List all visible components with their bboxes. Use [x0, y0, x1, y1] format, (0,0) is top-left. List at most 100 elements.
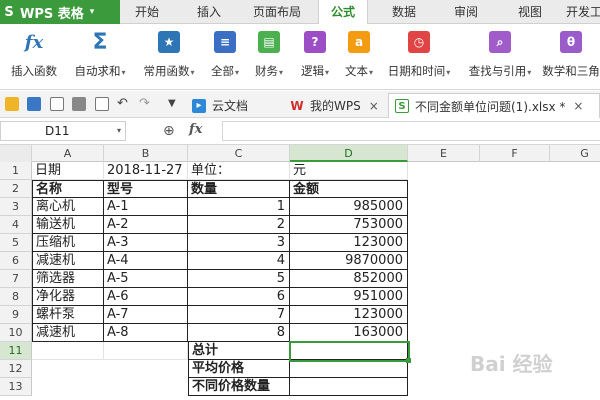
autosum-button[interactable]: Σ 自动求和▾: [70, 27, 130, 87]
cell-c4[interactable]: 2: [188, 216, 290, 234]
select-all-corner[interactable]: [0, 145, 32, 162]
cell-a6[interactable]: 减速机: [32, 252, 104, 270]
column-header-e[interactable]: E: [408, 145, 480, 162]
column-header-b[interactable]: B: [104, 145, 188, 162]
cell-a8[interactable]: 净化器: [32, 288, 104, 306]
redo-icon[interactable]: ↷: [139, 97, 153, 111]
cell-d12[interactable]: [290, 360, 408, 378]
cell-c8[interactable]: 6: [188, 288, 290, 306]
formula-input[interactable]: [222, 121, 600, 141]
cell-d1[interactable]: 元: [290, 162, 408, 180]
undo-icon[interactable]: ↶: [117, 97, 131, 111]
tab-insert[interactable]: 插入: [186, 0, 232, 24]
cell-d8[interactable]: 951000: [290, 288, 408, 306]
cell-c7[interactable]: 5: [188, 270, 290, 288]
cell-c3[interactable]: 1: [188, 198, 290, 216]
cell-b2[interactable]: 型号: [104, 180, 188, 198]
close-icon[interactable]: ×: [573, 99, 583, 113]
cell-d13[interactable]: [290, 378, 408, 396]
row-header-3[interactable]: 3: [0, 198, 32, 216]
logical-button[interactable]: ? 逻辑▾: [296, 27, 334, 87]
tab-my-wps[interactable]: W 我的WPS ×: [284, 93, 386, 118]
cell-b3[interactable]: A-1: [104, 198, 188, 216]
finance-button[interactable]: ▤ 财务▾: [250, 27, 288, 87]
cell-b1[interactable]: 2018-11-27: [104, 162, 188, 180]
cell-a10[interactable]: 减速机: [32, 324, 104, 342]
cell-c6[interactable]: 4: [188, 252, 290, 270]
cell-b6[interactable]: A-4: [104, 252, 188, 270]
row-header-10[interactable]: 10: [0, 324, 32, 342]
cell-b8[interactable]: A-6: [104, 288, 188, 306]
row-header-8[interactable]: 8: [0, 288, 32, 306]
row-header-13[interactable]: 13: [0, 378, 32, 396]
tab-home[interactable]: 开始: [124, 0, 170, 24]
date-time-button[interactable]: ◷ 日期和时间▾: [384, 27, 454, 87]
cell-c9[interactable]: 7: [188, 306, 290, 324]
cell-c10[interactable]: 8: [188, 324, 290, 342]
cell-a1[interactable]: 日期: [32, 162, 104, 180]
cell-a9[interactable]: 螺杆泵: [32, 306, 104, 324]
fill-handle[interactable]: [406, 358, 411, 363]
cell-a3[interactable]: 离心机: [32, 198, 104, 216]
column-header-c[interactable]: C: [188, 145, 290, 162]
cell-a7[interactable]: 筛选器: [32, 270, 104, 288]
column-header-g[interactable]: G: [550, 145, 600, 162]
print-preview-icon[interactable]: [95, 97, 109, 111]
cell-c13[interactable]: 不同价格数量: [188, 378, 290, 396]
cell-c1[interactable]: 单位：: [188, 162, 290, 180]
tab-developer[interactable]: 开发工: [566, 0, 600, 24]
row-header-5[interactable]: 5: [0, 234, 32, 252]
cell-c5[interactable]: 3: [188, 234, 290, 252]
close-icon[interactable]: ×: [369, 99, 379, 113]
all-functions-button[interactable]: ≡ 全部▾: [206, 27, 244, 87]
cell-b4[interactable]: A-2: [104, 216, 188, 234]
text-button[interactable]: a 文本▾: [340, 27, 378, 87]
insert-function-button[interactable]: fx 插入函数: [6, 27, 62, 87]
cell-d10[interactable]: 163000: [290, 324, 408, 342]
cell-a11[interactable]: [32, 342, 104, 360]
app-menu-button[interactable]: S WPS 表格 ▾: [0, 0, 120, 24]
column-header-a[interactable]: A: [32, 145, 104, 162]
chevron-down-icon[interactable]: ▾: [117, 122, 121, 140]
zoom-icon[interactable]: ⊕: [163, 123, 175, 139]
cell-b5[interactable]: A-3: [104, 234, 188, 252]
tab-view[interactable]: 视图: [510, 0, 550, 24]
cell-d4[interactable]: 753000: [290, 216, 408, 234]
row-header-12[interactable]: 12: [0, 360, 32, 378]
cell-a2[interactable]: 名称: [32, 180, 104, 198]
fx-icon[interactable]: fx: [189, 122, 202, 137]
cell-c2[interactable]: 数量: [188, 180, 290, 198]
tab-page-layout[interactable]: 页面布局: [246, 0, 308, 24]
save-icon[interactable]: [27, 97, 41, 111]
cell-d9[interactable]: 123000: [290, 306, 408, 324]
cell-d2[interactable]: 金额: [290, 180, 408, 198]
cell-d7[interactable]: 852000: [290, 270, 408, 288]
cell-d11[interactable]: [290, 342, 408, 360]
cell-c12[interactable]: 平均价格: [188, 360, 290, 378]
row-header-7[interactable]: 7: [0, 270, 32, 288]
row-header-9[interactable]: 9: [0, 306, 32, 324]
cell-a4[interactable]: 输送机: [32, 216, 104, 234]
name-box[interactable]: D11 ▾: [0, 121, 126, 141]
cell-b10[interactable]: A-8: [104, 324, 188, 342]
column-header-f[interactable]: F: [480, 145, 550, 162]
common-functions-button[interactable]: ★ 常用函数▾: [138, 27, 200, 87]
lookup-reference-button[interactable]: ⌕ 查找与引用▾: [464, 27, 536, 87]
print-icon[interactable]: [72, 97, 86, 111]
column-header-d[interactable]: D: [290, 145, 408, 162]
cell-d3[interactable]: 985000: [290, 198, 408, 216]
export-pdf-icon[interactable]: [50, 97, 64, 111]
tab-review[interactable]: 审阅: [446, 0, 486, 24]
row-header-1[interactable]: 1: [0, 162, 32, 180]
open-folder-icon[interactable]: [5, 97, 19, 111]
row-header-11[interactable]: 11: [0, 342, 32, 360]
cell-c11[interactable]: 总计: [188, 342, 290, 360]
math-trig-button[interactable]: θ 数学和三角: [542, 27, 600, 87]
cell-b9[interactable]: A-7: [104, 306, 188, 324]
cell-d6[interactable]: 9870000: [290, 252, 408, 270]
cell-b11[interactable]: [104, 342, 188, 360]
tab-current-workbook[interactable]: S 不同金额单位问题(1).xlsx * ×: [388, 93, 600, 118]
row-header-6[interactable]: 6: [0, 252, 32, 270]
tab-formulas[interactable]: 公式: [318, 0, 368, 25]
customize-dropdown-icon[interactable]: ▼: [168, 97, 182, 111]
